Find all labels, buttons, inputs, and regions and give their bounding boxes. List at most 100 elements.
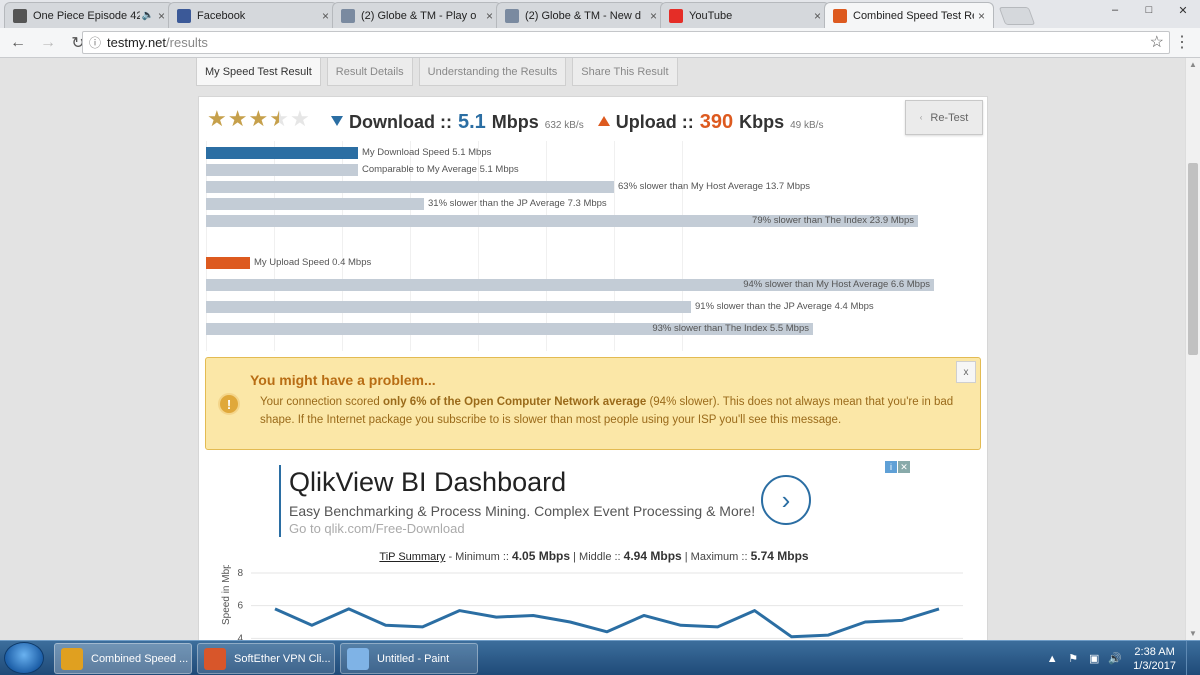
browser-tab[interactable]: One Piece Episode 42 🔈 ×: [4, 2, 174, 28]
tab-close-icon[interactable]: ×: [978, 9, 985, 23]
alert-close-button[interactable]: x: [956, 361, 976, 383]
comparison-bar-label: 94% slower than My Host Average 6.6 Mbps: [743, 279, 930, 290]
adchoices-icon[interactable]: i ✕: [885, 461, 911, 473]
chrome-menu-icon[interactable]: ⋮: [1174, 32, 1190, 52]
tab-close-icon[interactable]: ×: [322, 9, 329, 23]
subtab[interactable]: Understanding the Results: [418, 58, 567, 86]
ad-subtext: Easy Benchmarking & Process Mining. Comp…: [289, 503, 756, 519]
y-axis-label: Speed in Mbps: [221, 565, 232, 625]
tab-close-icon[interactable]: ×: [158, 9, 165, 23]
browser-tab[interactable]: Combined Speed Test Re ×: [824, 2, 994, 28]
audio-playing-icon[interactable]: 🔈: [142, 10, 154, 21]
forward-button[interactable]: →: [36, 31, 60, 55]
gridline: [682, 141, 683, 351]
maximize-button[interactable]: □: [1132, 0, 1166, 20]
clock-date: 1/3/2017: [1133, 659, 1176, 672]
tab-favicon-icon: [669, 8, 683, 23]
gridline: [614, 141, 615, 351]
upload-label: Upload ::: [615, 112, 694, 132]
upload-unit: Kbps: [739, 112, 785, 132]
subtab[interactable]: Share This Result: [572, 58, 678, 86]
taskbar-item[interactable]: Combined Speed ...: [54, 643, 192, 674]
comparison-bar-label: 91% slower than the JP Average 4.4 Mbps: [695, 301, 874, 312]
windows-taskbar: ▲ ⚑ ▣ 🔊 2:38 AM 1/3/2017 Combined Speed …: [0, 640, 1200, 675]
tab-favicon-icon: [177, 8, 191, 23]
url-path: /results: [166, 35, 208, 50]
result-panel: ★ ★ ★ ★ ★ Download :: 5.1 Mbps 632 kB/s Uplo…: [198, 96, 988, 640]
comparison-bar-label: 79% slower than The Index 23.9 Mbps: [752, 215, 914, 226]
start-button[interactable]: [4, 642, 44, 674]
subtab[interactable]: My Speed Test Result: [196, 58, 321, 86]
star-icon: ★: [289, 106, 310, 131]
browser-tab[interactable]: (2) Globe & TM - New d ×: [496, 2, 666, 28]
action-center-flag-icon[interactable]: ⚑: [1066, 652, 1080, 666]
retest-label: Re-Test: [930, 111, 969, 124]
app-icon: [204, 647, 226, 670]
upload-arrow-icon: [597, 116, 610, 126]
browser-tab-strip: One Piece Episode 42 🔈 × Facebook × (2) Globe…: [0, 0, 1200, 28]
y-tick-label: 6: [237, 601, 243, 612]
taskbar-item-label: SoftEther VPN Cli...: [234, 652, 331, 665]
comparison-bar-label: 31% slower than the JP Average 7.3 Mbps: [428, 198, 607, 209]
tab-title: (2) Globe & TM - New d: [525, 9, 641, 22]
warning-icon: !: [218, 393, 240, 415]
comparison-bar-label: 63% slower than My Host Average 13.7 Mbp…: [618, 181, 811, 192]
download-label: Download ::: [349, 112, 452, 132]
scrollbar-thumb[interactable]: [1188, 163, 1198, 355]
tab-title: One Piece Episode 42: [33, 9, 140, 22]
tab-close-icon[interactable]: ×: [486, 9, 493, 23]
tip-summary: TiP Summary - Minimum :: 4.05 Mbps | Mid…: [379, 549, 809, 563]
download-arrow-icon: [331, 116, 343, 126]
taskbar-item[interactable]: SoftEther VPN Cli...: [197, 643, 335, 674]
scroll-up-icon[interactable]: ▲: [1189, 60, 1197, 69]
page-info-icon[interactable]: ⓘ: [89, 34, 101, 51]
comparison-bar-label: My Download Speed 5.1 Mbps: [362, 147, 492, 158]
star-icon: ★: [269, 106, 289, 131]
ad-headline[interactable]: QlikView BI Dashboard: [289, 467, 566, 498]
comparison-bar-label: 93% slower than The Index 5.5 Mbps: [652, 323, 809, 334]
ad-chevron-right-icon[interactable]: ›: [761, 475, 811, 525]
star-icon: ★: [248, 106, 269, 131]
browser-tab[interactable]: (2) Globe & TM - Play o ×: [332, 2, 502, 28]
speed-line-chart: 8642Speed in Mbps: [221, 565, 963, 640]
minimize-button[interactable]: –: [1098, 0, 1132, 20]
url-host: testmy.net: [107, 35, 167, 50]
y-tick-label: 4: [237, 633, 243, 640]
ad-url[interactable]: Go to qlik.com/Free-Download: [289, 521, 465, 536]
upload-value: 390: [699, 111, 734, 133]
speed-series-line: [274, 607, 940, 639]
address-bar[interactable]: ⓘ testmy.net/results: [82, 31, 1170, 54]
star-icon: ★: [207, 106, 227, 131]
upload-kbs: 49 kB/s: [790, 120, 824, 131]
tab-close-icon[interactable]: ×: [814, 9, 821, 23]
alert-title: You might have a problem...: [250, 372, 436, 388]
summary-min: 4.05 Mbps: [512, 549, 571, 563]
summary-mid: 4.94 Mbps: [623, 549, 682, 563]
advertisement[interactable]: QlikView BI Dashboard Easy Benchmarking …: [279, 465, 909, 537]
network-icon[interactable]: ▣: [1087, 652, 1101, 666]
taskbar-item[interactable]: Untitled - Paint: [340, 643, 478, 674]
show-desktop-button[interactable]: [1186, 641, 1200, 675]
subtab[interactable]: Result Details: [326, 58, 413, 86]
tip-summary-link[interactable]: TiP Summary: [379, 551, 445, 563]
close-window-button[interactable]: ✕: [1166, 0, 1200, 20]
system-clock[interactable]: 2:38 AM 1/3/2017: [1133, 645, 1176, 673]
retest-button[interactable]: ‹ Re-Test: [905, 100, 983, 135]
tab-title: Facebook: [197, 9, 246, 22]
comparison-bar: [206, 301, 691, 313]
back-button[interactable]: ←: [6, 31, 30, 55]
tab-close-icon[interactable]: ×: [650, 9, 657, 23]
show-hidden-icons-icon[interactable]: ▲: [1045, 652, 1059, 666]
result-subtabs: My Speed Test Result Result Details Unders…: [196, 58, 684, 86]
volume-icon[interactable]: 🔊: [1108, 652, 1122, 666]
page-scrollbar[interactable]: ▲ ▼: [1185, 58, 1200, 640]
browser-tab[interactable]: YouTube ×: [660, 2, 830, 28]
tab-favicon-icon: [341, 8, 355, 23]
scroll-down-icon[interactable]: ▼: [1189, 629, 1197, 638]
browser-tab[interactable]: Facebook ×: [168, 2, 338, 28]
new-tab-button[interactable]: [998, 7, 1036, 25]
download-value: 5.1: [457, 111, 486, 133]
browser-toolbar: ← → ↻ ⓘ testmy.net/results ☆ ⋮: [0, 28, 1200, 58]
bookmark-star-icon[interactable]: ☆: [1150, 32, 1164, 52]
download-kbs: 632 kB/s: [544, 120, 584, 131]
